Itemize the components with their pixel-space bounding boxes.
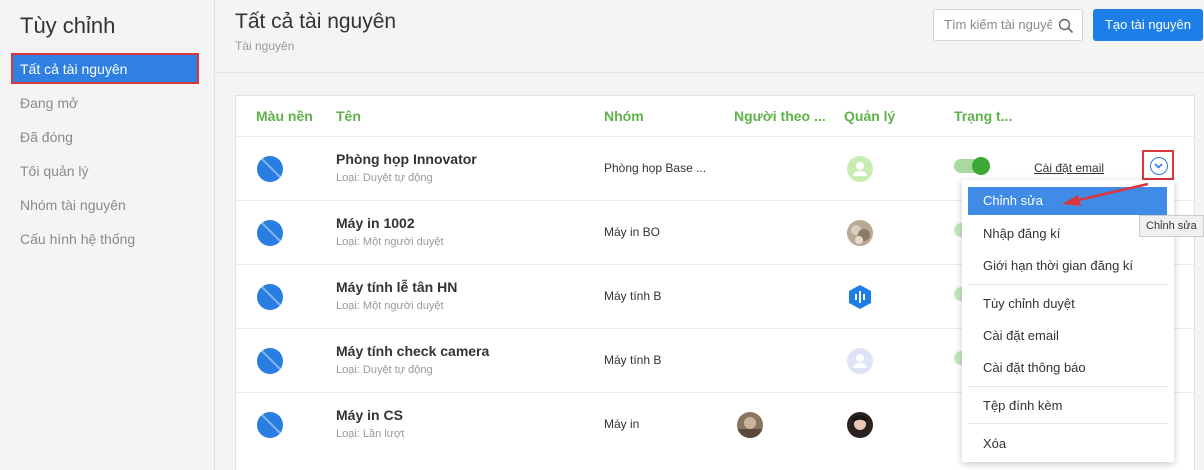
color-swatch	[257, 284, 283, 310]
column-header-name[interactable]: Tên	[336, 108, 361, 124]
column-header-status[interactable]: Trạng t...	[954, 108, 1012, 124]
tooltip: Chỉnh sửa	[1139, 215, 1204, 237]
menu-item-attachments[interactable]: Tệp đính kèm	[983, 398, 1063, 413]
sidebar-item-all-resources[interactable]: Tất cả tài nguyên	[11, 53, 199, 84]
chevron-down-icon	[1150, 157, 1168, 175]
menu-item-email-settings[interactable]: Cài đặt email	[983, 328, 1059, 343]
resource-type: Loại: Một người duyệt	[336, 300, 444, 312]
page-title: Tất cả tài nguyên	[235, 10, 397, 33]
user-icon	[853, 162, 867, 176]
resource-name[interactable]: Phòng họp Innovator	[336, 151, 477, 167]
search-box[interactable]	[933, 9, 1083, 41]
sidebar-title: Tùy chỉnh	[20, 13, 116, 38]
menu-item-registration-time-limit[interactable]: Giới hạn thời gian đăng kí	[983, 258, 1133, 273]
color-swatch	[257, 220, 283, 246]
menu-divider	[968, 423, 1168, 424]
resource-name[interactable]: Máy tính check camera	[336, 343, 489, 359]
menu-item-label: Chỉnh sửa	[983, 193, 1044, 208]
menu-divider	[968, 284, 1168, 285]
manager-avatar	[847, 284, 873, 310]
column-header-color: Màu nền	[256, 108, 313, 124]
breadcrumb: Tài nguyên	[235, 39, 295, 53]
column-header-group[interactable]: Nhóm	[604, 108, 644, 124]
resource-group: Máy tính B	[604, 289, 662, 303]
header-divider	[215, 72, 1204, 73]
color-swatch	[257, 156, 283, 182]
resource-name[interactable]: Máy in 1002	[336, 215, 415, 231]
manager-avatar	[847, 156, 873, 182]
manager-avatar	[847, 220, 873, 246]
menu-item-custom-approval[interactable]: Tùy chỉnh duyệt	[983, 296, 1075, 311]
sidebar-item-open[interactable]: Đang mở	[20, 95, 78, 111]
row-menu-button[interactable]	[1142, 150, 1174, 180]
photo-avatar-icon	[851, 225, 870, 244]
column-header-manager[interactable]: Quản lý	[844, 108, 895, 124]
resource-type: Loại: Lần lượt	[336, 428, 405, 440]
photo-avatar-icon	[737, 417, 763, 438]
color-swatch	[257, 348, 283, 374]
photo-avatar-icon	[852, 415, 868, 430]
search-input[interactable]	[944, 17, 1052, 32]
resource-name[interactable]: Máy in CS	[336, 407, 403, 423]
sidebar-item-resource-groups[interactable]: Nhóm tài nguyên	[20, 197, 126, 213]
sidebar: Tùy chỉnh Tất cả tài nguyên Đang mở Đã đ…	[0, 0, 215, 470]
status-toggle[interactable]	[954, 157, 990, 175]
sidebar-item-system-config[interactable]: Cấu hình hệ thống	[20, 231, 135, 247]
manager-avatar	[847, 348, 873, 374]
resource-group: Phòng họp Base ...	[604, 161, 707, 175]
resource-name[interactable]: Máy tính lễ tân HN	[336, 279, 457, 295]
resource-type: Loại: Một người duyệt	[336, 236, 444, 248]
sidebar-item-managed[interactable]: Tôi quản lý	[20, 163, 88, 179]
resource-group: Máy in	[604, 417, 640, 431]
hexagon-logo-icon	[849, 285, 871, 309]
resource-type: Loại: Duyệt tự động	[336, 172, 433, 184]
create-resource-button[interactable]: Tạo tài nguyên	[1093, 9, 1203, 41]
resource-group: Máy tính B	[604, 353, 662, 367]
email-settings-link[interactable]: Cài đặt email	[1034, 161, 1104, 175]
menu-item-delete[interactable]: Xóa	[983, 436, 1006, 451]
color-swatch	[257, 412, 283, 438]
user-icon	[853, 354, 867, 368]
follower-avatar	[737, 412, 763, 438]
column-header-followers[interactable]: Người theo ...	[734, 108, 826, 124]
resource-group: Máy in BO	[604, 225, 661, 239]
manager-avatar	[847, 412, 873, 438]
sidebar-item-closed[interactable]: Đã đóng	[20, 129, 73, 145]
menu-divider	[968, 386, 1168, 387]
menu-item-edit[interactable]: Chỉnh sửa	[968, 187, 1167, 215]
menu-item-import-registration[interactable]: Nhập đăng kí	[983, 226, 1060, 241]
resource-type: Loại: Duyệt tự động	[336, 364, 433, 376]
menu-item-notification-settings[interactable]: Cài đặt thông báo	[983, 360, 1086, 375]
search-icon[interactable]	[1058, 18, 1074, 34]
